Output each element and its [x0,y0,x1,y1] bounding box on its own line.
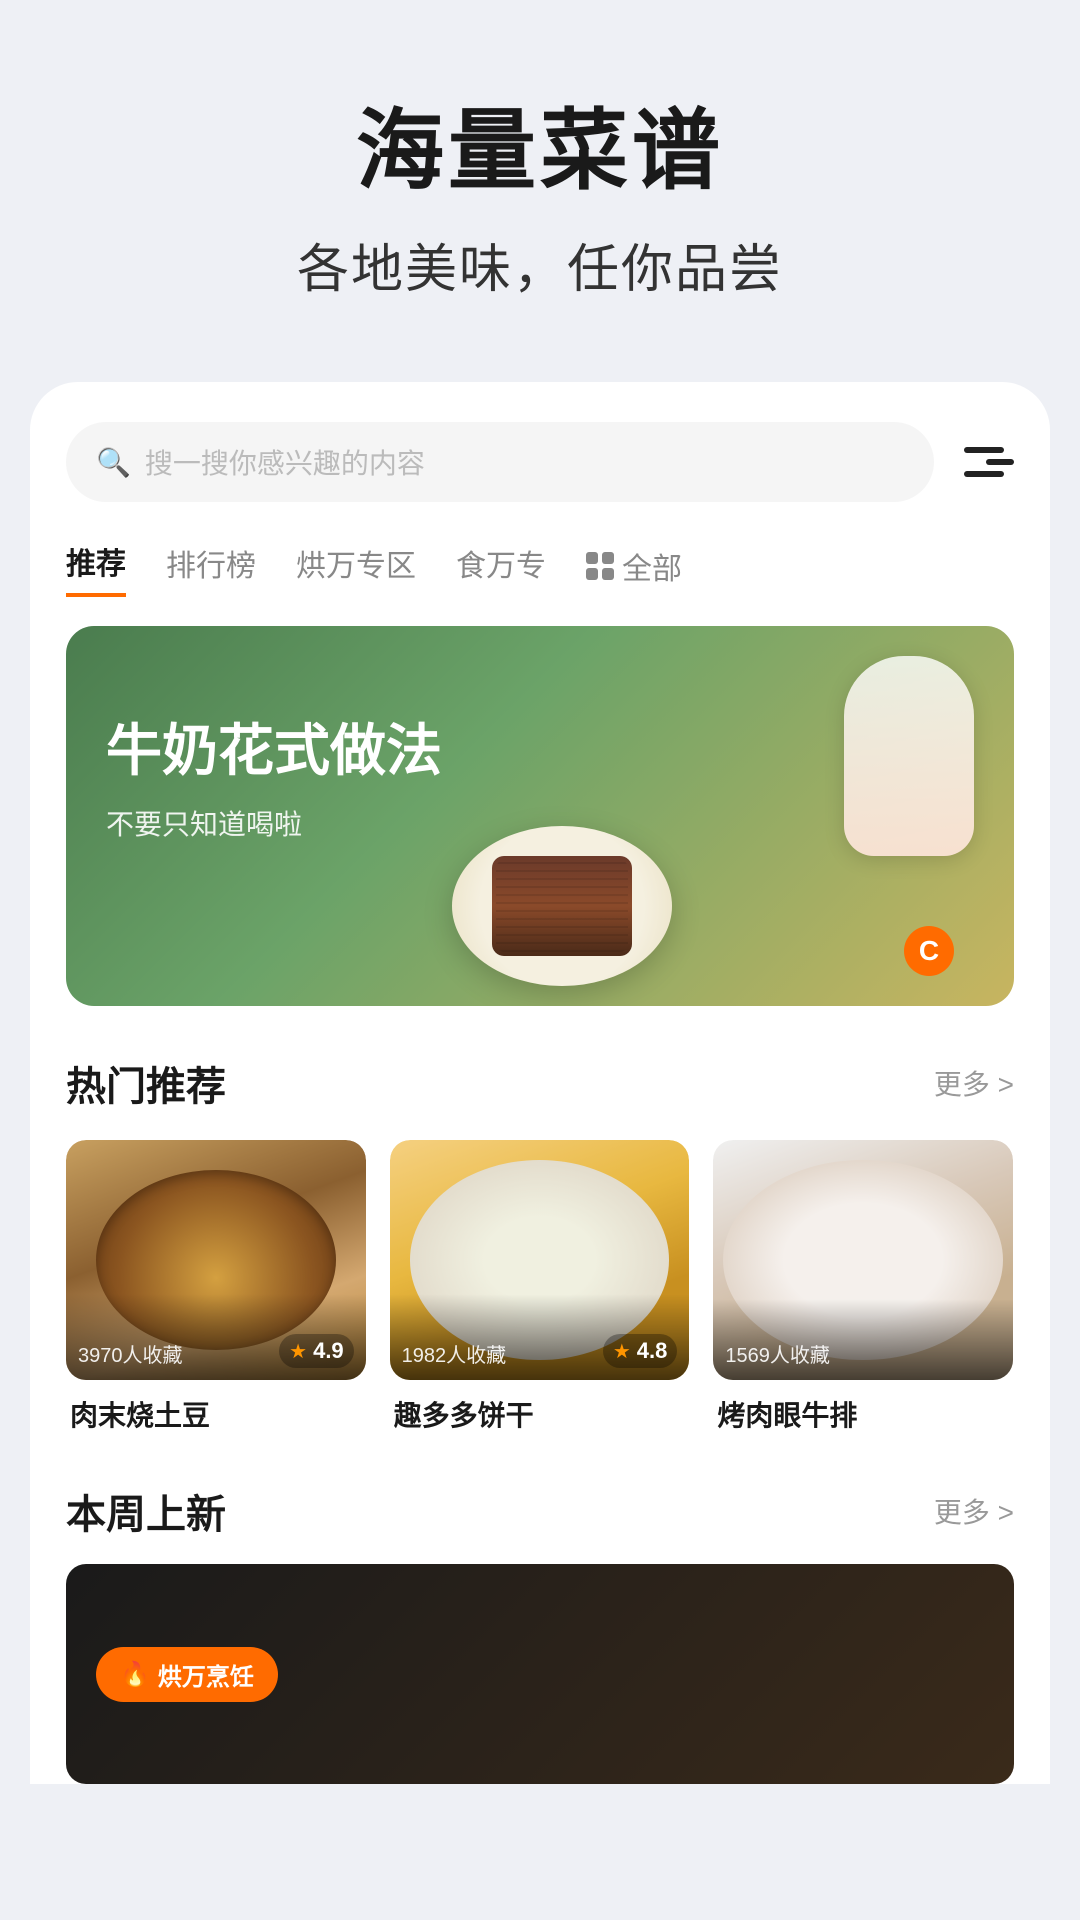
new-section-more[interactable]: 更多 > [934,1491,1014,1531]
food-card-image-3: 1569人收藏 [713,1140,1013,1380]
collectors-3: 1569人收藏 [725,1339,830,1368]
food-card-image-1: 3970人收藏 ★ 4.9 [66,1140,366,1380]
fire-icon: 🔥 [120,1660,150,1689]
hero-banner[interactable]: 牛奶花式做法 不要只知道喝啦 C [66,626,1014,1006]
hero-title: 海量菜谱 [40,80,1040,207]
rating-1: ★ 4.9 [279,1334,354,1368]
rating-value-2: 4.8 [637,1338,668,1364]
star-icon-1: ★ [289,1339,307,1364]
new-section: 本周上新 更多 > 🔥 烘万烹饪 [66,1482,1014,1784]
food-badge-3: 1569人收藏 [713,1299,1013,1380]
food-badge-2: 1982人收藏 ★ 4.8 [390,1294,690,1380]
new-banner[interactable]: 🔥 烘万烹饪 [66,1564,1014,1784]
tab-recommend[interactable]: 推荐 [66,539,126,597]
new-section-header: 本周上新 更多 > [66,1482,1014,1540]
app-card: 🔍 搜一搜你感兴趣的内容 推荐 排行榜 烘万专区 食万专 全部 [30,382,1050,1784]
tab-all[interactable]: 全部 [586,538,682,598]
collectors-1: 3970人收藏 [78,1339,183,1368]
rating-value-1: 4.9 [313,1338,344,1364]
banner-food-item [492,856,632,956]
star-icon-2: ★ [613,1339,631,1364]
food-cards: 3970人收藏 ★ 4.9 肉末烧土豆 1982人收藏 ★ 4.8 [66,1140,1014,1434]
food-card-3[interactable]: 1569人收藏 烤肉眼牛排 [713,1140,1013,1434]
menu-icon[interactable] [954,432,1014,492]
menu-bar-2 [986,459,1014,465]
food-badge-1: 3970人收藏 ★ 4.9 [66,1294,366,1380]
new-section-title: 本周上新 [66,1482,226,1540]
hot-section-title: 热门推荐 [66,1054,226,1112]
banner-food-plate [452,826,672,986]
food-card-2[interactable]: 1982人收藏 ★ 4.8 趣多多饼干 [390,1140,690,1434]
banner-drink [844,656,974,856]
food-card-name-3: 烤肉眼牛排 [713,1380,1013,1434]
banner-subtitle: 不要只知道喝啦 [106,803,442,843]
food-card-name-1: 肉末烧土豆 [66,1380,366,1434]
search-input-placeholder: 搜一搜你感兴趣的内容 [145,442,425,482]
hero-subtitle: 各地美味，任你品尝 [40,227,1040,302]
search-icon: 🔍 [96,446,131,479]
food-card-image-2: 1982人收藏 ★ 4.8 [390,1140,690,1380]
hero-section: 海量菜谱 各地美味，任你品尝 [0,0,1080,342]
food-card-1[interactable]: 3970人收藏 ★ 4.9 肉末烧土豆 [66,1140,366,1434]
tab-shiwan[interactable]: 食万专 [456,541,546,595]
menu-bar-1 [964,447,1004,453]
hot-section-more[interactable]: 更多 > [934,1063,1014,1103]
banner-title: 牛奶花式做法 [106,706,442,787]
tab-ranking[interactable]: 排行榜 [166,541,256,595]
menu-bar-3 [964,471,1004,477]
search-bar[interactable]: 🔍 搜一搜你感兴趣的内容 [66,422,934,502]
new-banner-badge: 🔥 烘万烹饪 [96,1647,278,1702]
grid-icon [586,552,614,580]
banner-c-badge: C [904,926,954,976]
hot-section-header: 热门推荐 更多 > [66,1054,1014,1112]
search-row: 🔍 搜一搜你感兴趣的内容 [66,422,1014,502]
tab-hongwan[interactable]: 烘万专区 [296,541,416,595]
nav-tabs: 推荐 排行榜 烘万专区 食万专 全部 [66,538,1014,598]
food-card-name-2: 趣多多饼干 [390,1380,690,1434]
collectors-2: 1982人收藏 [402,1339,507,1368]
rating-2: ★ 4.8 [603,1334,678,1368]
banner-text: 牛奶花式做法 不要只知道喝啦 [106,706,442,843]
